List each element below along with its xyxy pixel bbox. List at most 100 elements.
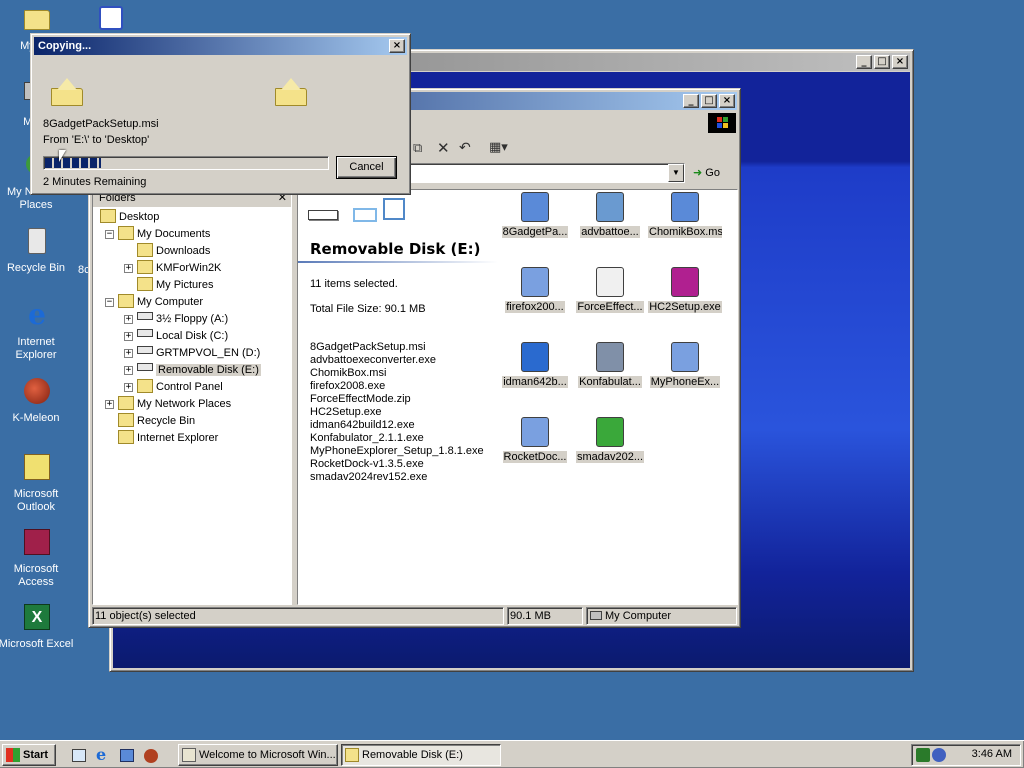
- maximize-button[interactable]: □: [701, 94, 717, 108]
- my-documents-icon: [20, 4, 52, 36]
- close-button[interactable]: ×: [389, 39, 405, 53]
- close-button[interactable]: ×: [892, 55, 908, 69]
- progress-fill: [45, 158, 102, 168]
- desktop: { "desktop": { "icons": [ {"label": "My …: [0, 0, 1024, 768]
- minimize-button[interactable]: _: [856, 55, 872, 69]
- tree-item[interactable]: Control Panel: [137, 379, 223, 396]
- taskbar-button-label: Welcome to Microsoft Win...: [199, 749, 336, 761]
- desktop-icon-excel[interactable]: X Microsoft Excel: [0, 602, 74, 651]
- file-list-entry: smadav2024rev152.exe: [310, 471, 428, 483]
- outlook-express-icon[interactable]: [120, 749, 134, 762]
- go-label: Go: [705, 167, 720, 179]
- drive-banner-graphic: [298, 190, 418, 230]
- file-icon-item[interactable]: smadav202...: [573, 417, 647, 466]
- file-icon-item[interactable]: MyPhoneEx...: [648, 342, 722, 391]
- internet-explorer-icon: e: [28, 298, 46, 331]
- konfabulator-icon: [594, 342, 626, 374]
- quick-launch: e: [68, 745, 164, 765]
- file-icon-item[interactable]: HC2Setup.exe: [648, 267, 722, 316]
- copying-titlebar[interactable]: Copying... ×: [34, 37, 407, 55]
- tree-expander[interactable]: +: [124, 366, 133, 375]
- file-icon-item[interactable]: advbattoe...: [573, 192, 647, 241]
- total-file-size: Total File Size: 90.1 MB: [310, 303, 426, 315]
- tree-item[interactable]: My Pictures: [137, 277, 213, 294]
- status-selected: 11 object(s) selected: [92, 607, 504, 625]
- content-pane: Removable Disk (E:) 11 items selected. T…: [297, 189, 738, 605]
- show-desktop-icon[interactable]: [72, 749, 86, 762]
- taskbar-button-removable-disk[interactable]: Removable Disk (E:): [341, 744, 501, 766]
- tree-item-icon: [137, 312, 153, 321]
- file-icon-item[interactable]: firefox200...: [498, 267, 572, 316]
- desktop-icon-access[interactable]: Microsoft Access: [0, 527, 74, 589]
- desktop-icon-k-meleon[interactable]: K-Meleon: [0, 376, 74, 425]
- destination-folder-icon: [275, 78, 307, 106]
- removable-disk-icon: [308, 210, 338, 220]
- desktop-icon-recycle-bin[interactable]: Recycle Bin: [0, 226, 74, 275]
- taskbar-button-welcome[interactable]: Welcome to Microsoft Win...: [178, 744, 338, 766]
- tree-expander[interactable]: +: [124, 264, 133, 273]
- desktop-icon-outlook[interactable]: Microsoft Outlook: [0, 452, 74, 514]
- tree-item[interactable]: Local Disk (C:): [137, 328, 228, 345]
- tree-item[interactable]: My Network Places: [118, 396, 231, 413]
- undo-icon[interactable]: ↶: [459, 139, 471, 156]
- desktop-icon-label: Microsoft Excel: [0, 638, 74, 650]
- tree-item[interactable]: GRTMPVOL_EN (D:): [137, 345, 260, 362]
- file-icon-item[interactable]: ChomikBox.msi: [648, 192, 722, 241]
- tree-item-icon: [137, 277, 153, 292]
- cancel-button[interactable]: Cancel: [336, 156, 397, 179]
- tree-item[interactable]: Removable Disk (E:): [137, 362, 261, 379]
- tree-expander[interactable]: +: [105, 400, 114, 409]
- go-button[interactable]: ➜ Go: [693, 163, 733, 183]
- tree-expander[interactable]: −: [105, 298, 114, 307]
- maximize-button[interactable]: □: [874, 55, 890, 69]
- internet-explorer-icon[interactable]: e: [96, 745, 106, 764]
- desktop-icon-label: K-Meleon: [12, 412, 60, 424]
- copy-to-icon[interactable]: ⧉: [413, 140, 422, 156]
- desktop-icon-internet-explorer[interactable]: e Internet Explorer: [0, 300, 74, 362]
- tree-item-label: My Computer: [137, 296, 204, 308]
- file-list-entry: firefox2008.exe: [310, 380, 386, 392]
- start-button[interactable]: Start: [2, 744, 56, 766]
- tree-expander[interactable]: +: [124, 315, 133, 324]
- desktop-icon-label: Recycle Bin: [6, 262, 66, 274]
- tree-item-label: Internet Explorer: [137, 432, 219, 444]
- tree-expander[interactable]: +: [124, 332, 133, 341]
- tree-item[interactable]: KMForWin2K: [137, 260, 221, 277]
- file-icon-item[interactable]: RocketDoc...: [498, 417, 572, 466]
- network-icon[interactable]: [916, 748, 930, 762]
- windows-flag-icon: [6, 748, 20, 762]
- outlook-icon: [20, 452, 52, 484]
- address-field[interactable]: ▼: [409, 163, 685, 183]
- tree-item[interactable]: Recycle Bin: [118, 413, 195, 430]
- status-zone-text: My Computer: [605, 610, 672, 622]
- tree-item[interactable]: Internet Explorer: [118, 430, 218, 447]
- volume-icon[interactable]: [932, 748, 946, 762]
- file-icon-item[interactable]: Konfabulat...: [573, 342, 647, 391]
- delete-icon[interactable]: ✕: [437, 139, 450, 157]
- minimize-button[interactable]: _: [683, 94, 699, 108]
- file-icon-item[interactable]: 8GadgetPa...: [498, 192, 572, 241]
- taskbar: Start e Welcome to Microsoft Win... Remo…: [0, 740, 1024, 768]
- taskbar-button-label: Removable Disk (E:): [362, 749, 463, 761]
- tree-item-icon: [137, 346, 153, 355]
- k-meleon-icon[interactable]: [144, 749, 158, 763]
- chevron-down-icon[interactable]: ▼: [668, 164, 684, 182]
- tree-item[interactable]: 3½ Floppy (A:): [137, 311, 228, 328]
- copying-dialog[interactable]: Copying... × 8GadgetPackSetup.msi From '…: [30, 33, 411, 195]
- views-icon[interactable]: ▦▾: [489, 139, 508, 155]
- tree-item[interactable]: My Computer: [118, 294, 203, 311]
- tree-item[interactable]: My Documents: [118, 226, 210, 243]
- tree-item[interactable]: Downloads: [137, 243, 210, 260]
- tree-expander[interactable]: +: [124, 383, 133, 392]
- clock[interactable]: 3:46 AM: [972, 748, 1012, 760]
- tree-expander[interactable]: +: [124, 349, 133, 358]
- file-icon-item[interactable]: ForceEffect...: [573, 267, 647, 316]
- access-icon: [20, 527, 52, 559]
- close-button[interactable]: ×: [719, 94, 735, 108]
- tree-expander[interactable]: −: [105, 230, 114, 239]
- k-meleon-icon: [20, 376, 52, 408]
- start-label: Start: [23, 749, 49, 761]
- tree-item[interactable]: Desktop: [100, 209, 159, 226]
- tree-item-label: Downloads: [156, 245, 211, 257]
- file-icon-item[interactable]: idman642b...: [498, 342, 572, 391]
